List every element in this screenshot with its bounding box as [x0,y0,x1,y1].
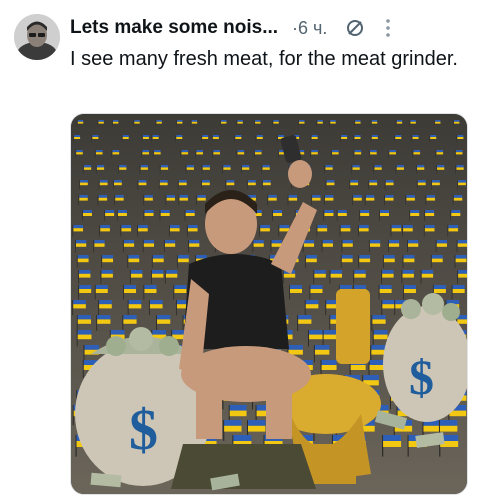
post-header: Lets make some nois... ·6 ч. [70,14,466,42]
mute-icon[interactable] [345,18,365,38]
post-text: I see many fresh meat, for the meat grin… [70,48,458,70]
meme-image: $ $ [71,114,467,494]
post-image[interactable]: $ $ [70,113,468,495]
dollar-sign-icon: $ [409,349,434,405]
timestamp-text: 6 ч. [298,17,328,38]
author-name[interactable]: Lets make some nois... [70,17,278,39]
avatar-image [14,14,60,60]
post-timestamp[interactable]: ·6 ч. [292,18,327,39]
more-vertical-icon[interactable] [381,17,395,39]
dollar-sign-icon: $ [129,397,158,462]
author-avatar[interactable] [14,14,60,60]
